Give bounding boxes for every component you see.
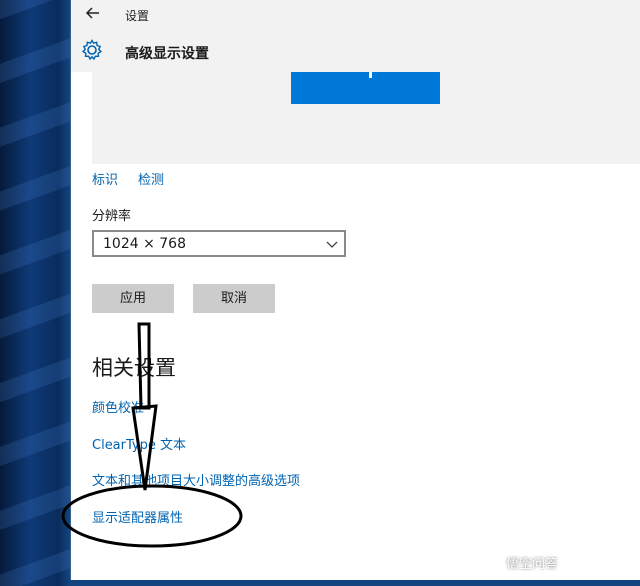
display-preview-area (92, 72, 640, 164)
monitor-tile[interactable] (291, 72, 440, 104)
cancel-button[interactable]: 取消 (193, 284, 275, 313)
back-button[interactable] (83, 5, 103, 23)
page-title: 高级显示设置 (125, 46, 209, 62)
cleartype-text-link[interactable]: ClearType 文本 (92, 434, 186, 453)
monitor-number-mark (369, 72, 372, 78)
resolution-dropdown[interactable]: 1024 × 768 (92, 230, 346, 257)
chevron-down-icon (326, 241, 338, 248)
resolution-label: 分辨率 (92, 209, 132, 224)
resolution-value: 1024 × 768 (103, 236, 186, 252)
page-header: 高级显示设置 (71, 30, 640, 72)
window-title: 设置 (125, 9, 150, 23)
settings-window: 设置 高级显示设置 标识 检测 分辨率 1024 × 768 应用 取消 相关设… (70, 0, 640, 580)
detect-link[interactable]: 检测 (138, 169, 164, 188)
title-bar: 设置 (71, 0, 640, 30)
watermark-logo-icon (486, 553, 502, 569)
related-settings-title: 相关设置 (92, 356, 176, 380)
arrow-left-icon (85, 7, 99, 19)
identify-link[interactable]: 标识 (92, 169, 118, 188)
gear-icon (81, 39, 103, 61)
apply-button[interactable]: 应用 (92, 284, 174, 313)
display-adapter-properties-link[interactable]: 显示适配器属性 (92, 507, 183, 526)
color-calibration-link[interactable]: 颜色校准 (92, 397, 144, 416)
watermark-text: 悟空问答 (506, 557, 559, 572)
advanced-sizing-link[interactable]: 文本和其他项目大小调整的高级选项 (92, 470, 300, 489)
